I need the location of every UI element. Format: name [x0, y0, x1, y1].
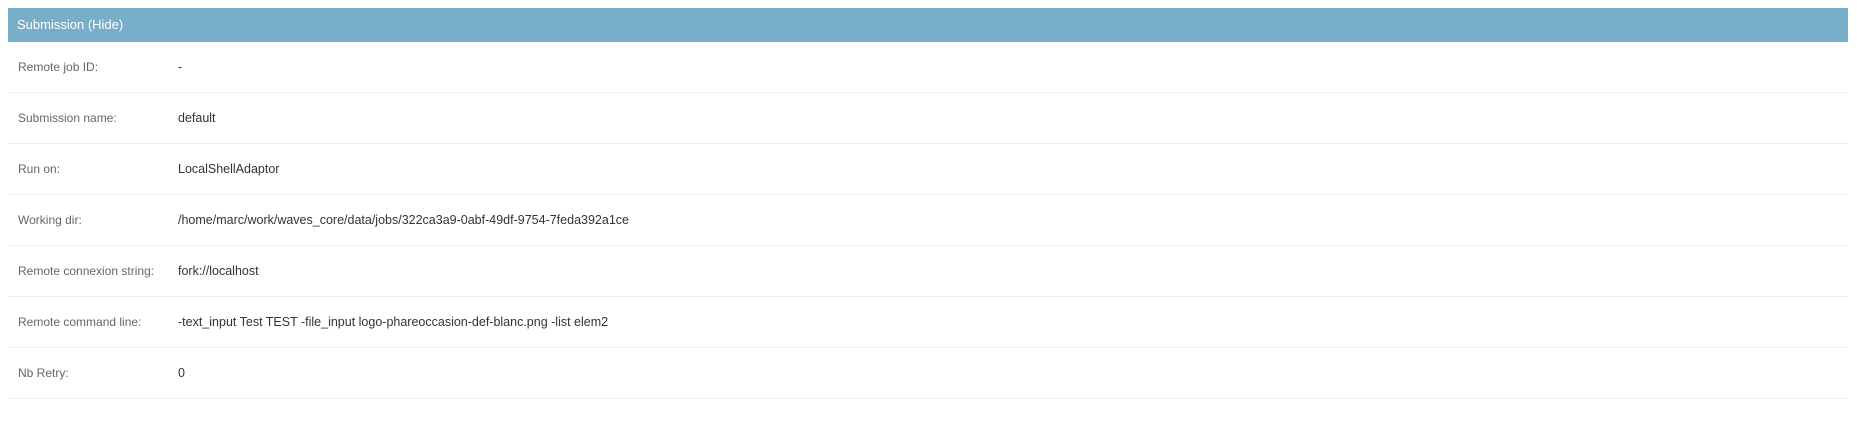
field-label: Remote command line: [18, 315, 142, 329]
field-value: 0 [178, 366, 185, 380]
field-row-remote-command-line: Remote command line: -text_input Test TE… [8, 297, 1848, 348]
field-label: Remote connexion string: [18, 264, 155, 278]
field-value: - [178, 60, 183, 74]
field-value: LocalShellAdaptor [178, 162, 280, 176]
field-label: Submission name: [18, 111, 117, 125]
field-row-remote-connexion-string: Remote connexion string: fork://localhos… [8, 246, 1848, 297]
hide-toggle-link[interactable]: Hide [92, 17, 119, 32]
field-value: fork://localhost [178, 264, 259, 278]
field-row-run-on: Run on: LocalShellAdaptor [8, 144, 1848, 195]
field-row-working-dir: Working dir: /home/marc/work/waves_core/… [8, 195, 1848, 246]
field-row-remote-job-id: Remote job ID: - [8, 42, 1848, 93]
field-label: Working dir: [18, 213, 82, 227]
field-row-nb-retry: Nb Retry: 0 [8, 348, 1848, 399]
field-label: Nb Retry: [18, 366, 69, 380]
field-value: -text_input Test TEST -file_input logo-p… [178, 315, 609, 329]
field-label: Run on: [18, 162, 61, 176]
field-label: Remote job ID: [18, 60, 99, 74]
field-row-submission-name: Submission name: default [8, 93, 1848, 144]
fieldset-header: Submission (Hide) [8, 8, 1848, 42]
field-value: default [178, 111, 216, 125]
submission-fieldset: Submission (Hide) Remote job ID: - Submi… [8, 8, 1848, 399]
fieldset-title: Submission [17, 17, 85, 32]
field-value: /home/marc/work/waves_core/data/jobs/322… [178, 213, 629, 227]
